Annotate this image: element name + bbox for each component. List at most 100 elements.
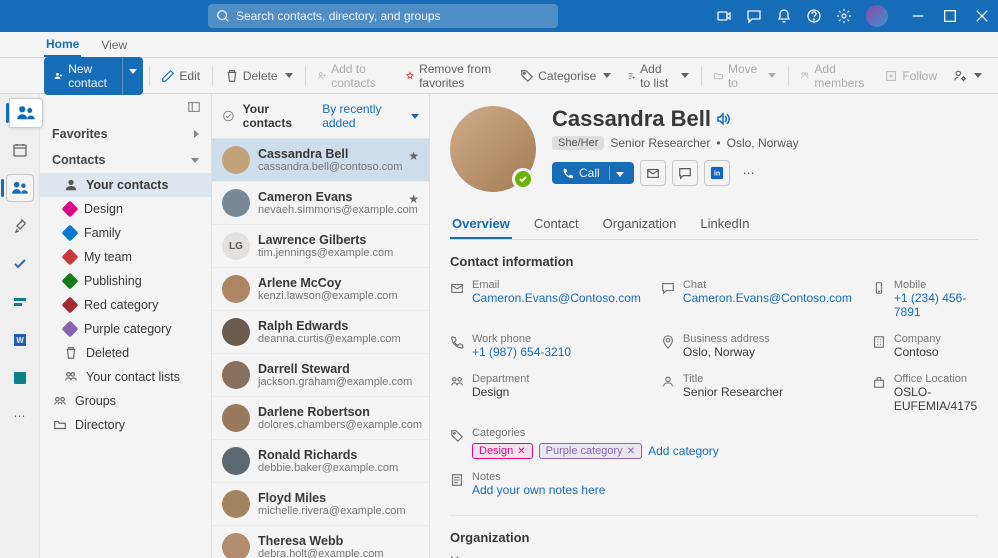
nav-item-directory[interactable]: Directory [40, 413, 211, 437]
person-gear-icon [953, 69, 967, 83]
rail-app-2[interactable] [6, 364, 34, 392]
nav-item-my-team[interactable]: My team [40, 245, 211, 269]
new-contact-button[interactable]: New contact [44, 57, 122, 95]
contact-avatar [450, 106, 536, 192]
rail-calendar[interactable] [6, 136, 34, 164]
call-button[interactable]: Call [552, 162, 634, 184]
chat-icon[interactable] [746, 8, 762, 24]
email-action[interactable] [640, 160, 666, 186]
nav-contacts[interactable]: Contacts [40, 147, 211, 173]
location-icon [661, 335, 675, 349]
rail-app-1[interactable] [6, 288, 34, 316]
account-avatar[interactable] [866, 5, 888, 27]
category-color-icon [62, 225, 79, 242]
search-input[interactable]: Search contacts, directory, and groups [208, 4, 558, 28]
nav-item-purple-category[interactable]: Purple category [40, 317, 211, 341]
contact-row[interactable]: Theresa Webbdebra.holt@example.com [212, 526, 429, 558]
tab-linkedin[interactable]: LinkedIn [698, 210, 751, 239]
contact-row[interactable]: Cassandra Bellcassandra.bell@contoso.com… [212, 139, 429, 182]
tab-overview[interactable]: Overview [450, 210, 512, 239]
category-chip[interactable]: Purple category✕ [539, 443, 642, 459]
contact-avatar [222, 146, 250, 174]
add-category-link[interactable]: Add category [648, 444, 719, 458]
contact-row[interactable]: Darlene Robertsondolores.chambers@exampl… [212, 397, 429, 440]
pronounce-icon[interactable] [715, 111, 731, 127]
contact-row[interactable]: Ralph Edwardsdeanna.curtis@example.com [212, 311, 429, 354]
contact-row[interactable]: Ronald Richardsdebbie.baker@example.com [212, 440, 429, 483]
tab-view[interactable]: View [99, 34, 129, 56]
maximize-button[interactable] [942, 8, 958, 24]
tab-home[interactable]: Home [44, 33, 81, 57]
linkedin-action[interactable]: in [704, 160, 730, 186]
favorite-star-icon[interactable]: ★ [408, 192, 419, 206]
contact-title: Senior Researcher [610, 136, 710, 150]
briefcase-icon [661, 375, 675, 389]
minimize-button[interactable] [910, 8, 926, 24]
nav-item-deleted[interactable]: Deleted [40, 341, 211, 365]
remove-category-icon[interactable]: ✕ [627, 446, 635, 457]
nav-item-groups[interactable]: Groups [40, 389, 211, 413]
nav-item-label: Red category [84, 298, 158, 312]
categorise-button[interactable]: Categorise [514, 65, 617, 87]
groups-icon [53, 394, 67, 408]
nav-item-label: Directory [75, 418, 125, 432]
contact-row[interactable]: Darrell Stewardjackson.graham@example.co… [212, 354, 429, 397]
contact-row[interactable]: Floyd Milesmichelle.rivera@example.com [212, 483, 429, 526]
rail-files[interactable] [6, 212, 34, 240]
star-remove-icon [405, 69, 415, 83]
remove-category-icon[interactable]: ✕ [517, 446, 525, 457]
select-all-icon[interactable] [222, 109, 235, 123]
delete-button[interactable]: Delete [219, 65, 299, 87]
rail-people[interactable] [6, 174, 34, 202]
category-color-icon [62, 321, 79, 338]
tab-organization[interactable]: Organization [601, 210, 679, 239]
nav-favorites[interactable]: Favorites [40, 121, 211, 147]
contact-email: kenzi.lawson@example.com [258, 290, 398, 302]
rail-people-popout[interactable] [9, 98, 43, 128]
contact-avatar [222, 361, 250, 389]
people-add-icon [800, 69, 810, 83]
nav-item-your-contacts[interactable]: Your contacts [40, 173, 211, 197]
nav-item-your-contact-lists[interactable]: Your contact lists [40, 365, 211, 389]
contact-avatar [222, 490, 250, 518]
contact-name: Ralph Edwards [258, 319, 401, 333]
favorite-star-icon[interactable]: ★ [408, 149, 419, 163]
sort-button[interactable]: By recently added [322, 102, 419, 130]
meet-now-icon[interactable] [716, 8, 732, 24]
settings-icon[interactable] [836, 8, 852, 24]
help-icon[interactable] [806, 8, 822, 24]
people-settings-button[interactable] [947, 65, 988, 87]
more-actions[interactable]: ⋯ [736, 160, 762, 186]
contact-row[interactable]: Arlene McCoykenzi.lawson@example.com [212, 268, 429, 311]
contact-row[interactable]: LGLawrence Gilbertstim.jennings@example.… [212, 225, 429, 268]
nav-item-design[interactable]: Design [40, 197, 211, 221]
rail-more[interactable]: ⋯ [6, 402, 34, 430]
field-office: Office LocationOSLO-EUFEMIA/4175 [872, 373, 978, 413]
nav-item-red-category[interactable]: Red category [40, 293, 211, 317]
rail-word[interactable]: W [6, 326, 34, 354]
contact-name: Cassandra Bell [552, 106, 711, 132]
add-to-list-button[interactable]: Add to list [621, 58, 694, 94]
rail-todo[interactable] [6, 250, 34, 278]
contact-list: Your contacts By recently added Cassandr… [212, 94, 430, 558]
nav-item-publishing[interactable]: Publishing [40, 269, 211, 293]
field-email: EmailCameron.Evans@Contoso.com [450, 279, 641, 319]
edit-button[interactable]: Edit [155, 65, 206, 87]
trash-icon [64, 346, 78, 360]
remove-favorites-button[interactable]: Remove from favorites [399, 58, 510, 94]
chat-action[interactable] [672, 160, 698, 186]
tab-contact[interactable]: Contact [532, 210, 581, 239]
close-button[interactable] [974, 8, 990, 24]
follow-icon [884, 69, 898, 83]
bell-icon[interactable] [776, 8, 792, 24]
category-color-icon [62, 273, 79, 290]
new-contact-dropdown[interactable] [122, 57, 143, 95]
nav-item-family[interactable]: Family [40, 221, 211, 245]
add-notes-link[interactable]: Add your own notes here [472, 483, 605, 497]
presence-available-icon [512, 168, 534, 190]
contact-row[interactable]: Cameron Evansnevaeh.simmons@example.com★ [212, 182, 429, 225]
field-mobile: Mobile+1 (234) 456-7891 [872, 279, 978, 319]
nav-item-label: Groups [75, 394, 116, 408]
collapse-nav-icon[interactable] [187, 100, 201, 114]
category-chip[interactable]: Design✕ [472, 443, 533, 459]
